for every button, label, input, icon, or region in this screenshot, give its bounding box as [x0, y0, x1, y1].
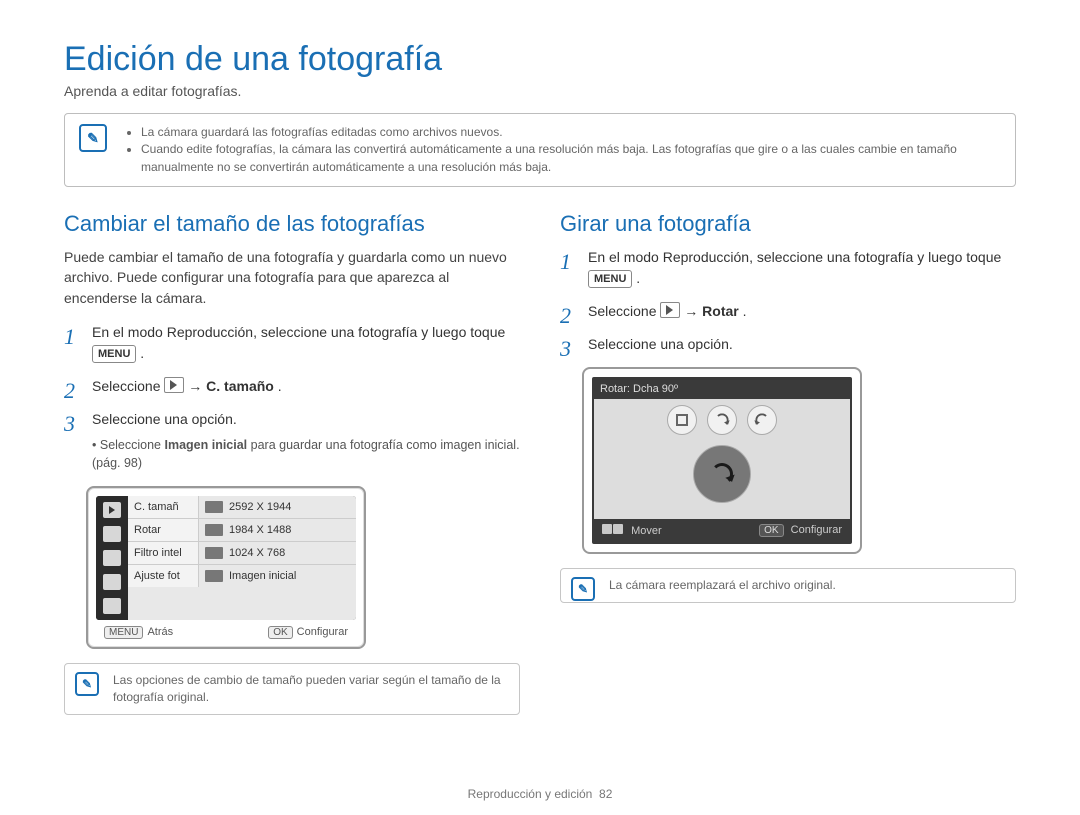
no-rotate-icon	[675, 413, 689, 427]
thumb-icon	[205, 501, 223, 513]
footer-ok: OKConfigurar	[268, 626, 348, 639]
step-2: Seleccione → Rotar .	[560, 301, 1016, 322]
side-icon	[103, 526, 121, 542]
step-3: Seleccione una opción.	[560, 334, 1016, 355]
step-1: En el modo Reproducción, seleccione una …	[64, 322, 520, 364]
page-subtitle: Aprenda a editar fotografías.	[64, 83, 1016, 99]
rotate-option-icon	[747, 405, 777, 435]
resize-note-box: ✎ Las opciones de cambio de tamaño puede…	[64, 663, 520, 715]
menu-row: Ajuste fotImagen inicial	[128, 565, 356, 587]
page-footer: Reproducción y edición 82	[0, 787, 1080, 801]
note-icon: ✎	[571, 577, 595, 601]
screen-title: Rotar: Dcha 90º	[594, 379, 850, 399]
camera-screen-rotate: Rotar: Dcha 90º	[582, 367, 862, 554]
thumb-icon	[205, 570, 223, 582]
footer-ok: OK Configurar	[759, 524, 842, 537]
rotate-left-icon	[754, 412, 771, 429]
section-resize: Cambiar el tamaño de las fotografías Pue…	[64, 211, 520, 715]
step-3-detail: Seleccione Imagen inicial para guardar u…	[64, 436, 520, 472]
thumb-icon	[205, 547, 223, 559]
section-heading: Cambiar el tamaño de las fotografías	[64, 211, 520, 237]
step-1: En el modo Reproducción, seleccione una …	[560, 247, 1016, 289]
rotate-option-icon	[667, 405, 697, 435]
rotate-options	[594, 399, 850, 519]
info-bullet: Cuando edite fotografías, la cámara las …	[141, 141, 1001, 176]
footer-back: MENUAtrás	[104, 626, 173, 639]
side-icon-strip	[96, 496, 128, 620]
section-heading: Girar una fotografía	[560, 211, 1016, 237]
note-icon: ✎	[79, 124, 107, 152]
section-rotate: Girar una fotografía En el modo Reproduc…	[560, 211, 1016, 715]
rotate-preview	[693, 445, 751, 503]
page-title: Edición de una fotografía	[64, 40, 1016, 79]
side-icon	[103, 550, 121, 566]
play-icon	[164, 377, 184, 393]
rotate-option-icon	[707, 405, 737, 435]
side-icon	[103, 598, 121, 614]
info-bullet: La cámara guardará las fotografías edita…	[141, 124, 1001, 141]
menu-row: C. tamañ2592 X 1944	[128, 496, 356, 519]
menu-chip: MENU	[92, 345, 136, 363]
thumb-icon	[205, 524, 223, 536]
menu-chip: MENU	[588, 270, 632, 288]
menu-row: Rotar1984 X 1488	[128, 519, 356, 542]
menu-row: Filtro intel1024 X 768	[128, 542, 356, 565]
side-icon	[103, 574, 121, 590]
camera-screen-resize: C. tamañ2592 X 1944 Rotar1984 X 1488 Fil…	[86, 486, 366, 649]
rotate-arrow-icon	[708, 460, 736, 488]
rotate-note-box: ✎ La cámara reemplazará el archivo origi…	[560, 568, 1016, 603]
manual-page: Edición de una fotografía Aprenda a edit…	[0, 0, 1080, 815]
top-info-box: ✎ La cámara guardará las fotografías edi…	[64, 113, 1016, 187]
left-right-icon	[602, 524, 623, 534]
play-icon	[103, 502, 121, 518]
footer-move: Mover	[602, 524, 662, 537]
step-3: Seleccione una opción.	[64, 409, 520, 430]
step-2: Seleccione → C. tamaño .	[64, 376, 520, 397]
note-icon: ✎	[75, 672, 99, 696]
play-icon	[660, 302, 680, 318]
rotate-right-icon	[714, 412, 731, 429]
section-intro: Puede cambiar el tamaño de una fotografí…	[64, 247, 520, 308]
